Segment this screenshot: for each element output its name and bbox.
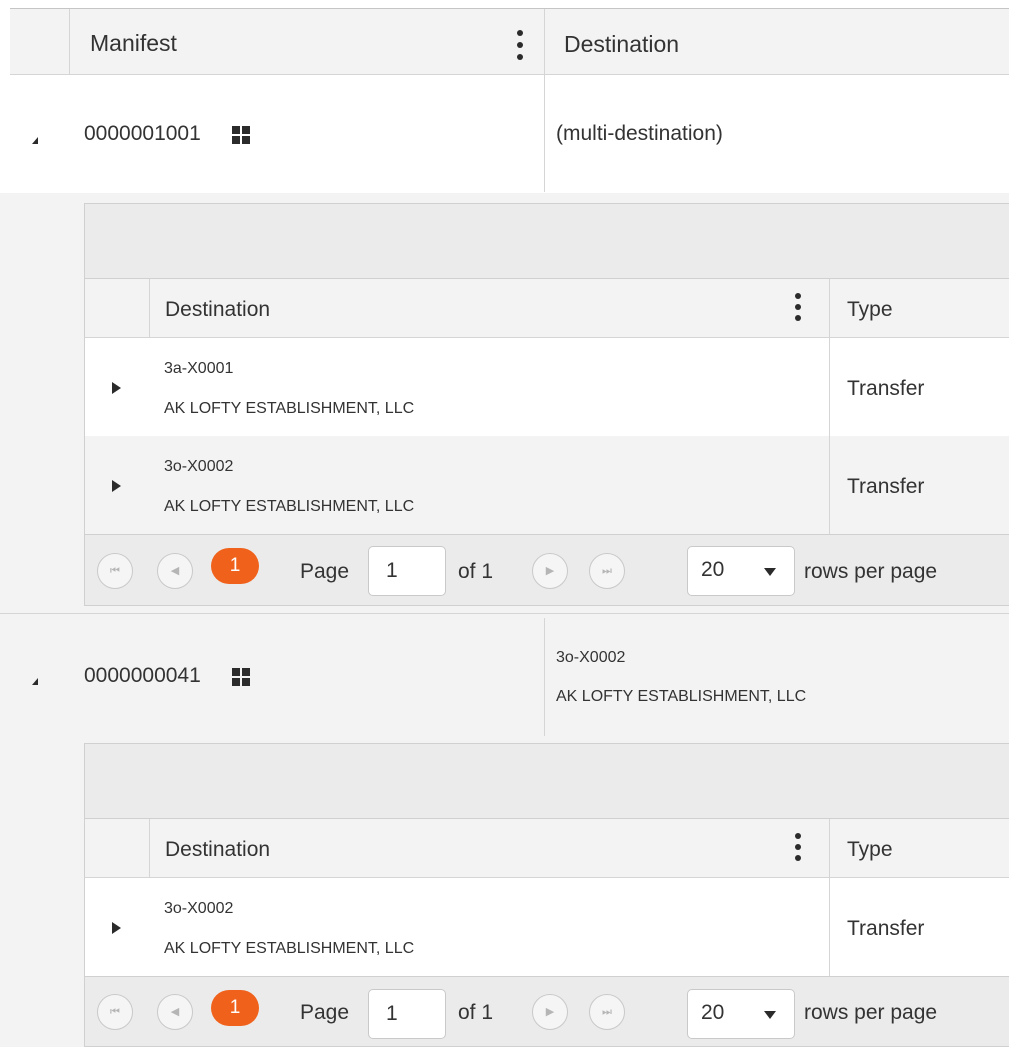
header-divider — [829, 279, 830, 337]
destination-name: AK LOFTY ESTABLISHMENT, LLC — [164, 940, 415, 957]
next-page-icon: ▶ — [545, 1005, 555, 1018]
previous-page-icon: ◀ — [170, 564, 180, 577]
collapse-icon[interactable] — [32, 678, 38, 685]
header-divider — [544, 9, 545, 74]
manifest-number: 0000000041 — [84, 664, 201, 687]
page-size-select[interactable]: 20 — [687, 989, 795, 1039]
header-divider — [829, 819, 830, 877]
first-page-icon: ⏮ — [110, 564, 120, 577]
dropdown-arrow-icon — [764, 568, 776, 576]
cell-divider — [829, 436, 830, 534]
page-size-value: 20 — [701, 1001, 725, 1024]
page-count-label: of 1 — [458, 560, 494, 583]
destination-value: (multi-destination) — [556, 122, 723, 145]
previous-page-icon: ◀ — [170, 1005, 180, 1018]
collapse-icon[interactable] — [32, 137, 38, 144]
type-value: Transfer — [847, 917, 925, 940]
rows-per-page-label: rows per page — [804, 560, 938, 583]
column-menu-icon[interactable] — [793, 293, 803, 321]
page-input[interactable]: 1 — [368, 546, 446, 596]
column-menu-icon[interactable] — [793, 833, 803, 861]
destination-name: AK LOFTY ESTABLISHMENT, LLC — [556, 688, 807, 705]
first-page-icon: ⏮ — [110, 1005, 120, 1018]
last-page-button[interactable]: ⏭ — [589, 994, 625, 1030]
last-page-icon: ⏭ — [602, 1005, 612, 1018]
page-size-select[interactable]: 20 — [687, 546, 795, 596]
last-page-icon: ⏭ — [602, 564, 612, 577]
cell-divider — [829, 878, 830, 976]
current-page-indicator[interactable]: 1 — [211, 548, 259, 584]
page-size-value: 20 — [701, 558, 725, 581]
cell-divider — [544, 618, 545, 736]
page-label: Page — [300, 1001, 350, 1024]
cell-divider — [544, 75, 545, 192]
page-label: Page — [300, 560, 350, 583]
expand-icon[interactable] — [112, 922, 121, 934]
pager: ⏮ ◀ 1 Page 1 of 1 ▶ ⏭ 20 rows per page — [84, 976, 1009, 1047]
next-page-button[interactable]: ▶ — [532, 553, 568, 589]
expand-icon[interactable] — [112, 480, 121, 492]
grid-header: Manifest Destination — [10, 9, 1009, 75]
detail-row: 3o-X0002 AK LOFTY ESTABLISHMENT, LLC Tra… — [84, 436, 1009, 534]
cell-divider — [829, 338, 830, 436]
detail-header: Destination Type — [84, 279, 1009, 338]
previous-page-button[interactable]: ◀ — [157, 553, 193, 589]
detail-column-type[interactable]: Type — [847, 838, 893, 862]
manifest-number: 0000001001 — [84, 122, 201, 145]
rows-per-page-label: rows per page — [804, 1001, 938, 1024]
destination-code: 3o-X0002 — [164, 900, 234, 917]
next-page-icon: ▶ — [545, 564, 555, 577]
detail-row: 3a-X0001 AK LOFTY ESTABLISHMENT, LLC Tra… — [84, 338, 1009, 436]
header-divider — [149, 279, 150, 337]
header-divider — [69, 9, 70, 74]
detail-column-destination[interactable]: Destination — [165, 838, 270, 862]
destination-name: AK LOFTY ESTABLISHMENT, LLC — [164, 498, 415, 515]
master-row: 0000000041 3o-X0002 AK LOFTY ESTABLISHME… — [0, 613, 1009, 743]
destination-code: 3a-X0001 — [164, 360, 234, 377]
detail-row: 3o-X0002 AK LOFTY ESTABLISHMENT, LLC Tra… — [84, 878, 1009, 976]
column-header-manifest[interactable]: Manifest — [90, 30, 177, 57]
current-page-indicator[interactable]: 1 — [211, 990, 259, 1026]
type-value: Transfer — [847, 377, 925, 400]
last-page-button[interactable]: ⏭ — [589, 553, 625, 589]
destination-code: 3o-X0002 — [556, 649, 626, 666]
first-page-button[interactable]: ⏮ — [97, 553, 133, 589]
type-value: Transfer — [847, 475, 925, 498]
previous-page-button[interactable]: ◀ — [157, 994, 193, 1030]
destination-name: AK LOFTY ESTABLISHMENT, LLC — [164, 400, 415, 417]
detail-column-destination[interactable]: Destination — [165, 298, 270, 322]
column-header-destination[interactable]: Destination — [564, 31, 679, 58]
pager: ⏮ ◀ 1 Page 1 of 1 ▶ ⏭ 20 rows per page — [84, 534, 1009, 606]
master-row: 0000001001 (multi-destination) — [0, 75, 1009, 203]
next-page-button[interactable]: ▶ — [532, 994, 568, 1030]
column-menu-icon[interactable] — [515, 30, 525, 60]
detail-column-type[interactable]: Type — [847, 298, 893, 322]
dropdown-arrow-icon — [764, 1011, 776, 1019]
detail-toolbar — [84, 743, 1009, 819]
detail-toolbar — [84, 203, 1009, 279]
detail-header: Destination Type — [84, 819, 1009, 878]
expand-icon[interactable] — [112, 382, 121, 394]
grid-view-icon[interactable] — [232, 668, 250, 686]
first-page-button[interactable]: ⏮ — [97, 994, 133, 1030]
grid-view-icon[interactable] — [232, 126, 250, 144]
page-input[interactable]: 1 — [368, 989, 446, 1039]
page-count-label: of 1 — [458, 1001, 494, 1024]
destination-code: 3o-X0002 — [164, 458, 234, 475]
header-divider — [149, 819, 150, 877]
